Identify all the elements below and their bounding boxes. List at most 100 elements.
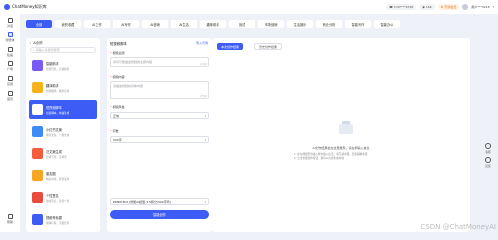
content-input[interactable]: 请描述视频的具体内容 (110, 81, 209, 99)
generate-button[interactable]: 智能创作 (110, 210, 209, 219)
chevron-down-icon[interactable]: ▾ (492, 5, 494, 9)
content-counter: 0/500 (200, 95, 207, 98)
help-icon (7, 214, 13, 219)
avatar[interactable] (462, 4, 469, 10)
list-item[interactable]: 视频号标题 吸睛标题，流量密码 (29, 210, 97, 229)
topic-counter: 0/200 (200, 63, 207, 66)
model-value: ERNIE-Bot (智能AI模型-3.5积分/500字符) (113, 199, 171, 204)
tab-all[interactable]: 全部 (26, 20, 52, 28)
list-item[interactable]: 翻译助手 智能翻译，精准高效 (29, 78, 97, 97)
rail-item-chat[interactable]: 对话 (0, 18, 20, 28)
chevron-left-icon[interactable]: ‹ (30, 41, 31, 45)
rail-item-help[interactable]: 帮助 (0, 214, 20, 224)
content-placeholder: 请描述视频的具体内容 (113, 83, 144, 88)
bot-desc: 独特签名，彰显个性 (46, 199, 70, 203)
list-header: ‹ AI创作 (26, 38, 100, 47)
bot-desc: 智能翻译，精准高效 (46, 89, 70, 93)
bot-desc: 智能回答，高效解答 (46, 67, 70, 71)
empty-state-title: AI创作结果会在这里展现，请左侧输入信息 (312, 146, 370, 150)
bot-name: 智能助手 (46, 61, 59, 66)
tab-smart-office[interactable]: 智能办公 (374, 20, 400, 28)
tab-ai-work[interactable]: AI工作 (84, 20, 110, 28)
search-placeholder: 请输入关键词搜索 (35, 48, 60, 52)
chevron-down-icon: ▾ (204, 137, 206, 142)
rail-label: 对话 (6, 24, 13, 28)
form-title: 短视频脚本 (110, 42, 127, 46)
tab-smart-writing[interactable]: 智能写作 (345, 20, 371, 28)
user-name[interactable]: 用户***3218 (471, 5, 489, 9)
model-select[interactable]: ERNIE-Bot (智能AI模型-3.5积分/500字符) ▾ (110, 198, 209, 205)
topic-input[interactable]: 请尽可能描述视频的主题内容 (110, 57, 209, 67)
vip-button[interactable]: ♛ 开通会员 (437, 4, 460, 10)
tab-business[interactable]: 商业分析 (316, 20, 342, 28)
bot-avatar-icon (32, 214, 43, 225)
list-item-selected[interactable]: 短视频脚本 创意脚本，快速生成 (29, 100, 97, 119)
watermark: CSDN @ChatMoneyAI (420, 223, 496, 231)
bot-desc: 精彩内容，轻松发布 (46, 177, 70, 181)
float-label: 反馈 (485, 165, 491, 168)
bot-avatar-icon (32, 82, 43, 93)
bot-list-panel: ‹ AI创作 ⌕ 请输入关键词搜索 智能助手 智能回答，高效解答 翻译助手 智能翻译… (26, 38, 100, 232)
style-select[interactable]: 正常 ▾ (110, 112, 209, 119)
feedback-button[interactable]: 反馈 (485, 157, 491, 168)
rail-item-square[interactable]: 广场 (0, 61, 20, 71)
topic-label: * 视频主题 (110, 51, 125, 55)
rail-label: 智能体 (5, 38, 15, 42)
balance-badge: ◉ 166 (419, 4, 435, 10)
tab-favorites[interactable]: 我的收藏 (55, 20, 81, 28)
tab-market[interactable]: 市场营销 (258, 20, 284, 28)
tab-entertainment[interactable]: 生活娱乐 (287, 20, 313, 28)
list-item[interactable]: 朋友圈 精彩内容，轻松发布 (29, 166, 97, 185)
agent-icon (7, 32, 13, 37)
words-label: * 字数 (110, 129, 119, 133)
rail-label: 广场 (6, 67, 13, 71)
app-title: ChatMoney知识库 (12, 4, 47, 9)
rail-item-home[interactable]: 首页 (0, 91, 20, 101)
vip-label: 开通会员 (444, 5, 457, 9)
bot-avatar-icon (32, 192, 43, 203)
float-label: 客服 (485, 151, 491, 154)
style-value: 正常 (113, 113, 120, 118)
bot-desc: 爆款文案，一键生成 (46, 133, 70, 137)
rail-item-apps[interactable]: 应用 (0, 76, 20, 86)
list-item[interactable]: 泛文案生成 智能写作，多场景 (29, 144, 97, 163)
list-item[interactable]: 智能助手 智能回答，高效解答 (29, 56, 97, 75)
list-item[interactable]: 小红书文案 爆款文案，一键生成 (29, 122, 97, 141)
result-panel: 本次创作结果 历史创作结果 AI创作结果会在这里展现，请左侧输入信息 1. 在左… (212, 38, 470, 232)
rail-label: 绘画 (6, 53, 13, 57)
tab-ai-marketing[interactable]: AI营销 (142, 20, 168, 28)
bot-name: 泛文案生成 (46, 149, 62, 154)
bot-desc: 吸睛标题，流量密码 (46, 221, 70, 225)
category-tabs: 全部 我的收藏 AI工作 AI写作 AI营销 AI生活 趣味助手 测试 市场营销… (26, 20, 400, 28)
bot-avatar-icon (32, 126, 43, 137)
bot-name: 小红书文案 (46, 127, 62, 132)
chevron-down-icon: ▾ (204, 113, 206, 118)
left-rail: 对话 智能体 绘画 广场 应用 首页 帮助 (0, 14, 20, 232)
apps-icon (7, 76, 13, 81)
tab-ai-life[interactable]: AI生活 (171, 20, 197, 28)
bot-search-input[interactable]: ⌕ 请输入关键词搜索 (30, 47, 96, 53)
grid-icon (7, 61, 13, 66)
import-example-link[interactable]: 导入示例 (196, 41, 208, 45)
bot-avatar-icon (32, 60, 43, 71)
tab-ai-writing[interactable]: AI写作 (113, 20, 139, 28)
bot-desc: 创意脚本，快速生成 (46, 111, 70, 115)
tab-fun[interactable]: 趣味助手 (200, 20, 226, 28)
creation-form: 短视频脚本 导入示例 * 视频主题 请尽可能描述视频的主题内容 0/200 * … (107, 38, 212, 232)
list-title: AI创作 (33, 41, 43, 45)
list-item[interactable]: 个性签名 独特签名，彰显个性 (29, 188, 97, 207)
style-label: * 视频风格 (110, 105, 125, 109)
words-select[interactable]: 500字 ▾ (110, 136, 209, 143)
tab-test[interactable]: 测试 (229, 20, 255, 28)
empty-tray-icon (339, 124, 353, 134)
rail-item-draw[interactable]: 绘画 (0, 47, 20, 57)
bot-name: 视频号标题 (46, 215, 62, 220)
rail-item-agent[interactable]: 智能体 (0, 32, 20, 42)
tab-history-result[interactable]: 历史创作结果 (254, 43, 283, 50)
rail-label: 首页 (6, 97, 13, 101)
customer-service-button[interactable]: 客服 (485, 143, 491, 154)
words-value: 500字 (113, 137, 122, 142)
tab-current-result[interactable]: 本次创作结果 (217, 43, 244, 50)
rail-label: 帮助 (6, 220, 13, 224)
app-logo[interactable]: ChatMoney知识库 (4, 4, 47, 10)
